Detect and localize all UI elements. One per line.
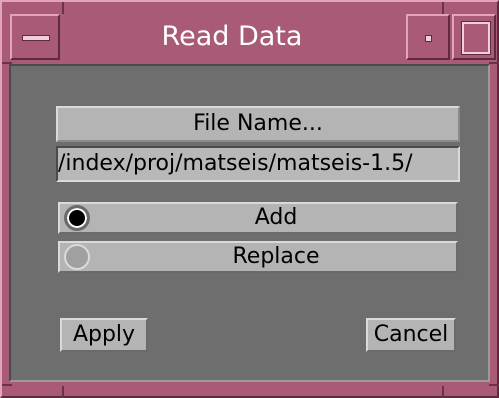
window-menu-icon	[22, 35, 50, 41]
apply-button[interactable]: Apply	[60, 318, 148, 352]
cancel-button[interactable]: Cancel	[366, 318, 456, 352]
file-name-button[interactable]: File Name...	[56, 106, 460, 142]
file-path-field[interactable]: /index/proj/matseis/matseis-1.5/	[56, 146, 460, 182]
radio-selected-icon[interactable]	[64, 205, 90, 231]
maximize-button[interactable]	[452, 14, 496, 60]
frame-notch	[2, 384, 12, 386]
minimize-button[interactable]	[406, 14, 450, 60]
frame-notch	[442, 2, 444, 14]
radio-unselected-icon[interactable]	[64, 244, 90, 270]
replace-option-label: Replace	[232, 244, 320, 269]
window-title: Read Data	[161, 21, 303, 52]
frame-notch	[442, 386, 444, 398]
minimize-icon	[425, 35, 432, 42]
frame-notch	[62, 2, 64, 14]
frame-notch	[489, 384, 499, 386]
add-option[interactable]: Add	[58, 202, 458, 234]
replace-option[interactable]: Replace	[58, 241, 458, 273]
window-menu-button[interactable]	[10, 14, 60, 60]
add-option-label: Add	[254, 205, 298, 230]
frame-notch	[62, 386, 64, 398]
maximize-icon	[461, 21, 491, 55]
frame-notch	[489, 62, 499, 64]
